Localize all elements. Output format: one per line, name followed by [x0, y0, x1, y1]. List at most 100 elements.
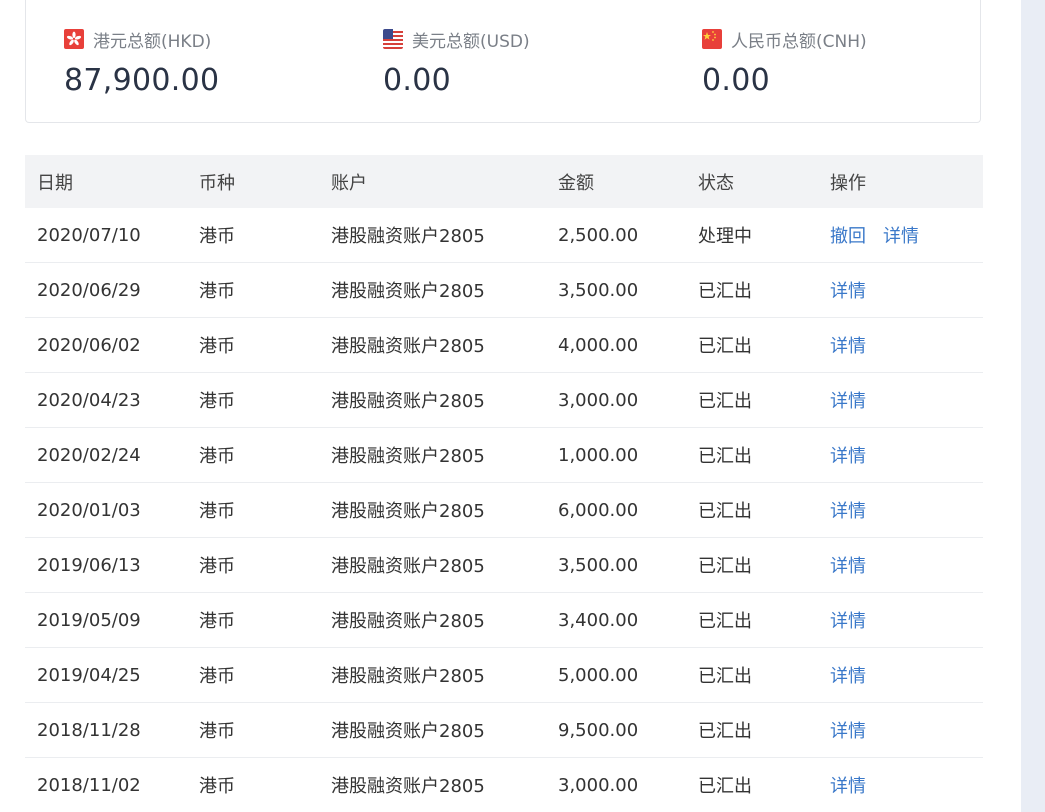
cell-operations: 详情	[830, 703, 883, 757]
cell-status: 已汇出	[698, 666, 752, 687]
transfer-records-table: 日期 币种 账户 金额 状态 操作 2020/07/10 港币 港股融资账户2805…	[25, 155, 983, 812]
details-link[interactable]: 详情	[830, 332, 866, 358]
cell-status: 已汇出	[698, 446, 752, 467]
cell-date: 2020/06/02	[37, 334, 141, 356]
details-link[interactable]: 详情	[830, 442, 866, 468]
cnh-total-label: 人民币总额(CNH)	[731, 31, 867, 52]
cell-account: 港股融资账户2805	[331, 776, 485, 797]
cell-operations: 详情	[830, 263, 883, 317]
table-row: 2019/05/09 港币 港股融资账户2805 3,400.00 已汇出 详情	[25, 593, 983, 648]
cell-account: 港股融资账户2805	[331, 336, 485, 357]
cell-status: 已汇出	[698, 721, 752, 742]
cell-account: 港股融资账户2805	[331, 391, 485, 412]
cell-currency: 港币	[199, 391, 235, 412]
details-link[interactable]: 详情	[883, 222, 919, 248]
cell-account: 港股融资账户2805	[331, 611, 485, 632]
china-flag-icon	[702, 29, 722, 49]
cell-currency: 港币	[199, 226, 235, 247]
cell-amount: 5,000.00	[558, 664, 639, 686]
cell-status: 已汇出	[698, 336, 752, 357]
cell-account: 港股融资账户2805	[331, 281, 485, 302]
details-link[interactable]: 详情	[830, 387, 866, 413]
cell-operations: 详情	[830, 483, 883, 537]
page: 港元总额(HKD) 87,900.00 美元总额(USD) 0.00 人民币总额…	[0, 0, 1045, 812]
details-link[interactable]: 详情	[830, 607, 866, 633]
cell-operations: 详情	[830, 318, 883, 372]
cell-status: 已汇出	[698, 501, 752, 522]
cell-currency: 港币	[199, 336, 235, 357]
table-row: 2018/11/02 港币 港股融资账户2805 3,000.00 已汇出 详情	[25, 758, 983, 812]
cell-amount: 6,000.00	[558, 499, 639, 521]
cell-date: 2019/06/13	[37, 554, 141, 576]
cell-date: 2020/02/24	[37, 444, 141, 466]
cell-status: 已汇出	[698, 776, 752, 797]
cell-amount: 4,000.00	[558, 334, 639, 356]
hkd-total-label: 港元总额(HKD)	[93, 31, 212, 52]
details-link[interactable]: 详情	[830, 277, 866, 303]
cell-account: 港股融资账户2805	[331, 226, 485, 247]
cell-amount: 1,000.00	[558, 444, 639, 466]
cell-currency: 港币	[199, 666, 235, 687]
header-operation: 操作	[830, 172, 866, 194]
cell-operations: 详情	[830, 428, 883, 482]
table-row: 2019/04/25 港币 港股融资账户2805 5,000.00 已汇出 详情	[25, 648, 983, 703]
cell-operations: 详情	[830, 373, 883, 427]
table-row: 2020/06/02 港币 港股融资账户2805 4,000.00 已汇出 详情	[25, 318, 983, 373]
header-date: 日期	[37, 172, 73, 194]
header-status: 状态	[698, 172, 734, 194]
cell-status: 已汇出	[698, 611, 752, 632]
table-row: 2020/01/03 港币 港股融资账户2805 6,000.00 已汇出 详情	[25, 483, 983, 538]
cell-date: 2020/04/23	[37, 389, 141, 411]
hkd-total: 港元总额(HKD) 87,900.00	[64, 25, 219, 98]
right-scroll-area	[1021, 0, 1045, 812]
hkd-total-value: 87,900.00	[64, 63, 220, 98]
details-link[interactable]: 详情	[830, 552, 866, 578]
cell-amount: 3,000.00	[558, 774, 639, 796]
details-link[interactable]: 详情	[830, 717, 866, 743]
header-amount: 金额	[558, 172, 594, 194]
cell-account: 港股融资账户2805	[331, 666, 485, 687]
cell-amount: 3,500.00	[558, 554, 639, 576]
cell-account: 港股融资账户2805	[331, 721, 485, 742]
hong-kong-flag-icon	[64, 29, 84, 49]
us-flag-icon	[383, 29, 403, 49]
cell-currency: 港币	[199, 556, 235, 577]
cell-currency: 港币	[199, 721, 235, 742]
table-row: 2020/07/10 港币 港股融资账户2805 2,500.00 处理中 撤回 详情	[25, 208, 983, 263]
cell-amount: 9,500.00	[558, 719, 639, 741]
cell-date: 2020/06/29	[37, 279, 141, 301]
cell-currency: 港币	[199, 501, 235, 522]
cell-amount: 3,500.00	[558, 279, 639, 301]
cell-operations: 详情	[830, 593, 883, 647]
table-body: 2020/07/10 港币 港股融资账户2805 2,500.00 处理中 撤回 详情 202…	[25, 208, 983, 812]
cell-operations: 详情	[830, 538, 883, 592]
cell-date: 2019/05/09	[37, 609, 141, 631]
usd-total-label: 美元总额(USD)	[412, 31, 530, 52]
cell-date: 2020/01/03	[37, 499, 141, 521]
cell-amount: 2,500.00	[558, 224, 639, 246]
balance-summary-card: 港元总额(HKD) 87,900.00 美元总额(USD) 0.00 人民币总额…	[25, 0, 981, 123]
table-row: 2018/11/28 港币 港股融资账户2805 9,500.00 已汇出 详情	[25, 703, 983, 758]
withdraw-link[interactable]: 撤回	[830, 222, 866, 248]
cell-status: 处理中	[698, 226, 752, 247]
cell-date: 2019/04/25	[37, 664, 141, 686]
details-link[interactable]: 详情	[830, 772, 866, 798]
details-link[interactable]: 详情	[830, 497, 866, 523]
table-row: 2020/02/24 港币 港股融资账户2805 1,000.00 已汇出 详情	[25, 428, 983, 483]
table-header: 日期 币种 账户 金额 状态 操作	[25, 155, 983, 208]
header-account: 账户	[331, 172, 367, 194]
details-link[interactable]: 详情	[830, 662, 866, 688]
cell-currency: 港币	[199, 611, 235, 632]
cell-operations: 详情	[830, 648, 883, 702]
cell-date: 2018/11/02	[37, 774, 141, 796]
cell-currency: 港币	[199, 281, 235, 302]
cell-date: 2018/11/28	[37, 719, 141, 741]
header-currency: 币种	[199, 172, 235, 194]
cell-status: 已汇出	[698, 281, 752, 302]
usd-total-value: 0.00	[383, 63, 451, 98]
cell-amount: 3,400.00	[558, 609, 639, 631]
cell-operations: 详情	[830, 758, 883, 812]
table-row: 2020/04/23 港币 港股融资账户2805 3,000.00 已汇出 详情	[25, 373, 983, 428]
cell-status: 已汇出	[698, 556, 752, 577]
cnh-total: 人民币总额(CNH) 0.00	[702, 25, 867, 98]
